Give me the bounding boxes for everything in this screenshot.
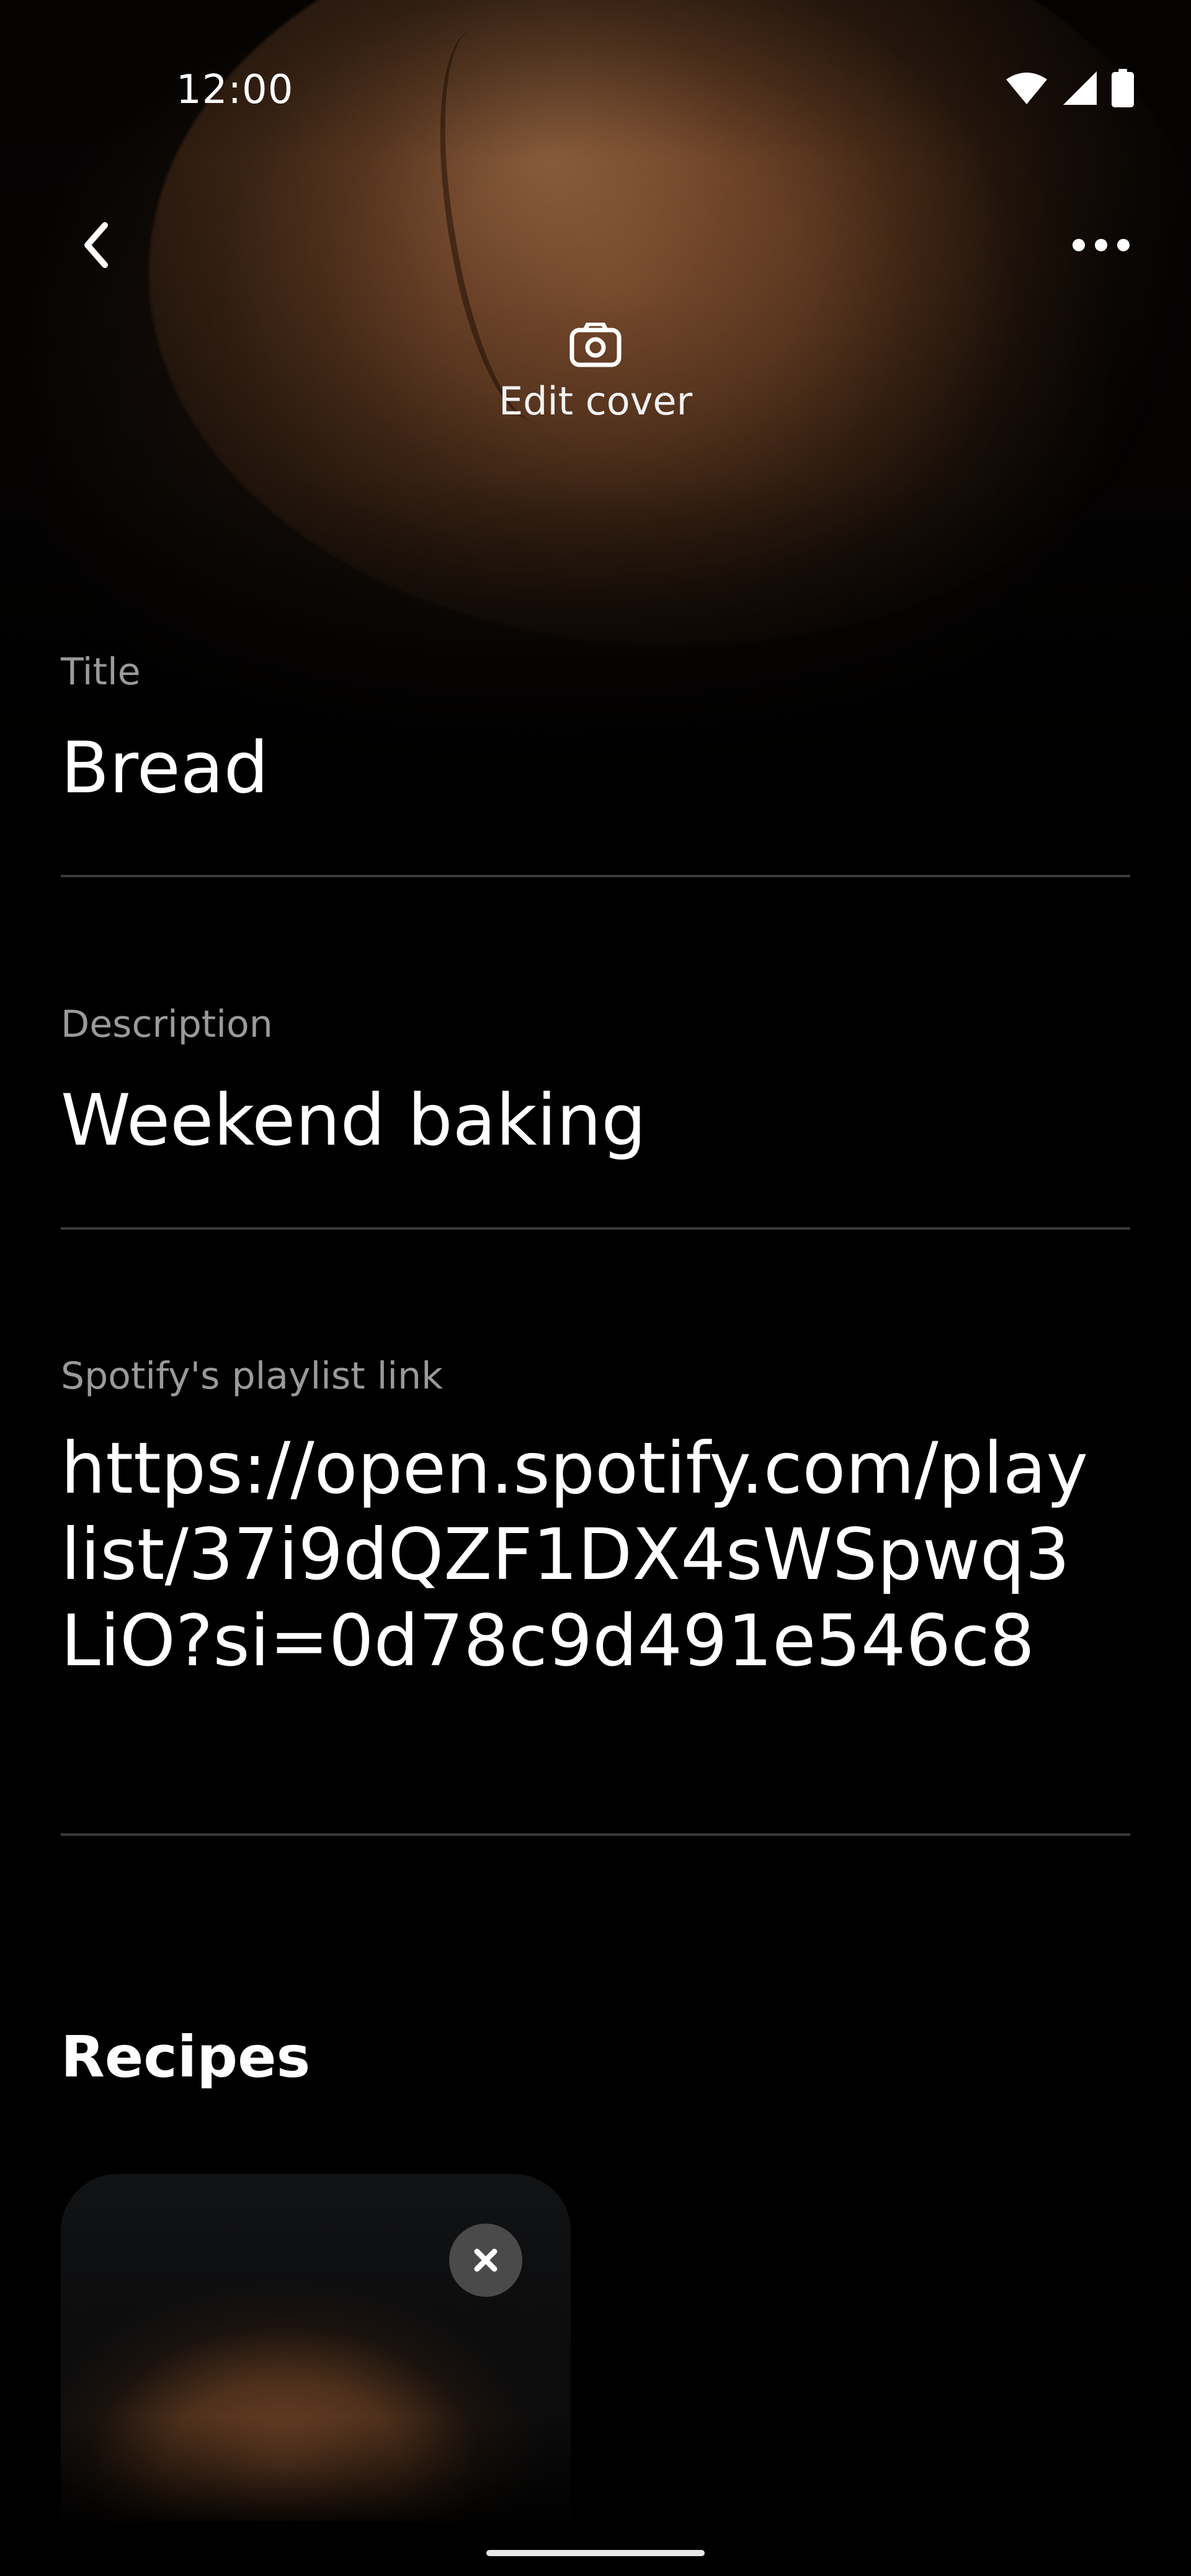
back-button[interactable] — [62, 211, 130, 279]
title-field[interactable]: Title Bread — [61, 645, 1130, 877]
battery-icon — [1112, 69, 1134, 107]
recipe-card[interactable] — [61, 2174, 571, 2521]
status-bar: 12:00 — [0, 0, 1191, 186]
playlist-link-field[interactable]: Spotify's playlist link https://open.spo… — [61, 1349, 1130, 1836]
status-icons — [1005, 68, 1134, 108]
status-time: 12:00 — [176, 67, 294, 113]
title-input[interactable]: Bread — [61, 725, 1130, 811]
title-label: Title — [61, 650, 141, 694]
playlist-link-label: Spotify's playlist link — [61, 1354, 443, 1398]
playlist-link-input[interactable]: https://open.spotify.com/playlist/37i9dQ… — [61, 1425, 1103, 1684]
home-gesture-bar[interactable] — [486, 2550, 705, 2556]
close-icon — [474, 2248, 497, 2272]
description-input[interactable]: Weekend baking — [61, 1077, 1130, 1163]
more-options-button[interactable] — [1061, 211, 1141, 279]
remove-recipe-button[interactable] — [449, 2224, 522, 2297]
more-horizontal-icon — [1073, 239, 1130, 251]
cellular-signal-icon — [1063, 71, 1097, 105]
edit-cover-label: Edit cover — [498, 378, 693, 424]
chevron-left-icon — [84, 222, 108, 268]
wifi-icon — [1006, 73, 1047, 104]
edit-cover-button[interactable]: Edit cover — [471, 323, 720, 472]
camera-icon — [569, 323, 622, 367]
description-label: Description — [61, 1003, 273, 1046]
recipes-heading: Recipes — [61, 2024, 311, 2090]
description-field[interactable]: Description Weekend baking — [61, 998, 1130, 1230]
